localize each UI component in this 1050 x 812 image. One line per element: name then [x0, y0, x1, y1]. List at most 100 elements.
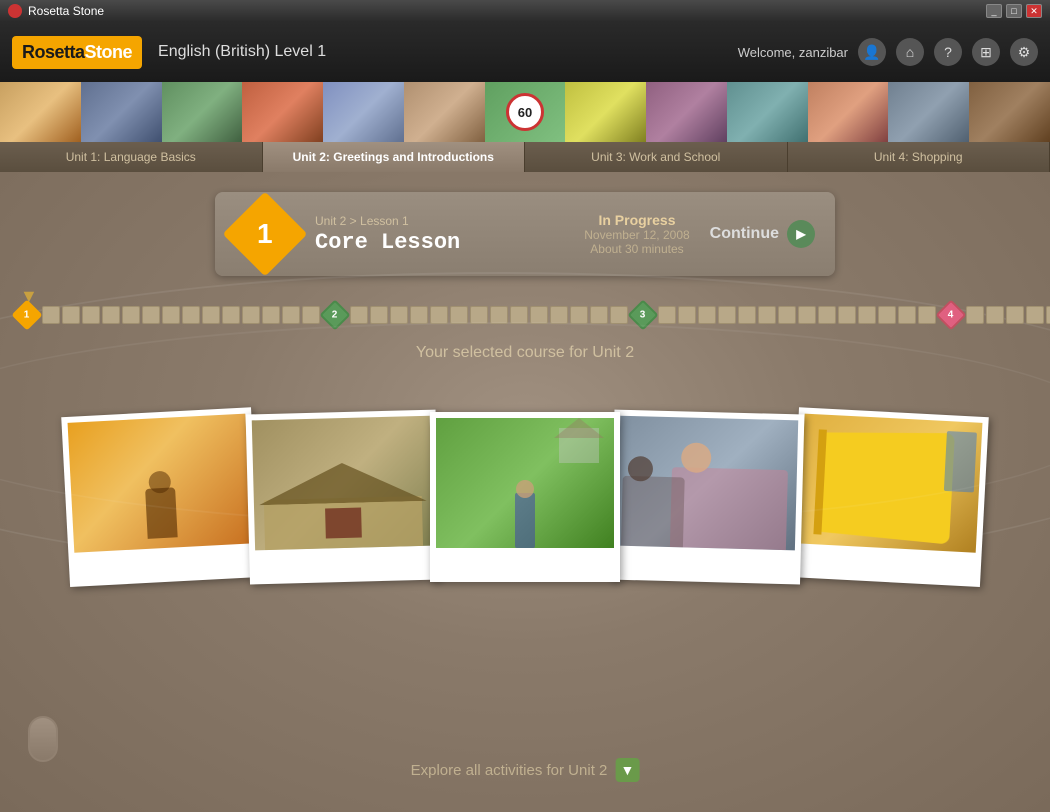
continue-button[interactable]: Continue ▶	[710, 220, 815, 248]
play-icon: ▶	[787, 220, 815, 248]
strip-image-8	[646, 82, 727, 142]
strip-image-6	[404, 82, 485, 142]
strip-image-9	[727, 82, 808, 142]
image-strip: 60	[0, 82, 1050, 142]
timeline-square	[450, 306, 468, 324]
timeline-square	[262, 306, 280, 324]
strip-image-10	[808, 82, 889, 142]
timeline-square	[102, 306, 120, 324]
timeline-square	[858, 306, 876, 324]
strip-image-speed-sign: 60	[485, 82, 566, 142]
timeline-square	[410, 306, 428, 324]
logo-text: Rosetta	[22, 42, 85, 62]
maximize-button[interactable]: □	[1006, 4, 1022, 18]
timeline-square	[370, 306, 388, 324]
timeline-square	[350, 306, 368, 324]
unit-tab-4[interactable]: Unit 4: Shopping	[788, 142, 1050, 172]
timeline-square	[966, 306, 984, 324]
explore-dropdown-button[interactable]: ▼	[615, 758, 639, 782]
timeline-square	[530, 306, 548, 324]
strip-image-5	[323, 82, 404, 142]
timeline-square	[82, 306, 100, 324]
photo-card-5[interactable]	[790, 407, 989, 587]
timeline-square	[898, 306, 916, 324]
unit-tabs: Unit 1: Language Basics Unit 2: Greeting…	[0, 142, 1050, 172]
user-icon[interactable]: 👤	[858, 38, 886, 66]
timeline-square	[678, 306, 696, 324]
photo-card-3[interactable]	[430, 412, 620, 582]
unit-tab-1[interactable]: Unit 1: Language Basics	[0, 142, 263, 172]
photo-card-2[interactable]	[246, 410, 440, 585]
home-icon[interactable]: ⌂	[896, 38, 924, 66]
header-right: Welcome, zanzibar 👤 ⌂ ? ⊞ ⚙	[738, 38, 1038, 66]
lesson-date: November 12, 2008	[584, 228, 689, 242]
scroll-icon	[28, 716, 58, 762]
timeline-node-2[interactable]: 2	[319, 299, 350, 330]
timeline-square	[658, 306, 676, 324]
lesson-duration: About 30 minutes	[584, 242, 689, 256]
timeline-square	[1026, 306, 1044, 324]
timeline-square	[758, 306, 776, 324]
timeline-square	[62, 306, 80, 324]
rosetta-stone-logo[interactable]: RosettaStone	[12, 36, 142, 69]
timeline-square	[242, 306, 260, 324]
photo-image-4	[617, 416, 798, 551]
timeline-square	[918, 306, 936, 324]
timeline-square	[490, 306, 508, 324]
timeline-square	[590, 306, 608, 324]
timeline-square	[1006, 306, 1024, 324]
title-bar-icon	[8, 4, 22, 18]
strip-image-2	[81, 82, 162, 142]
timeline-square	[510, 306, 528, 324]
timeline-square	[182, 306, 200, 324]
strip-image-12	[969, 82, 1050, 142]
strip-image-7	[565, 82, 646, 142]
timeline-square	[42, 306, 60, 324]
timeline-square	[610, 306, 628, 324]
close-button[interactable]: ✕	[1026, 4, 1042, 18]
timeline-square	[718, 306, 736, 324]
grid-icon[interactable]: ⊞	[972, 38, 1000, 66]
timeline-node-4[interactable]: 4	[935, 299, 966, 330]
speed-limit-sign: 60	[506, 93, 544, 131]
photo-card-1[interactable]	[61, 407, 260, 587]
photo-image-2	[252, 416, 433, 551]
timeline-square	[282, 306, 300, 324]
strip-image-4	[242, 82, 323, 142]
timeline-square	[570, 306, 588, 324]
timeline-node-1[interactable]: 1	[11, 299, 42, 330]
app-header: RosettaStone English (British) Level 1 W…	[0, 22, 1050, 82]
timeline-square	[390, 306, 408, 324]
strip-image-1	[0, 82, 81, 142]
photo-card-4[interactable]	[610, 410, 804, 585]
timeline-square	[222, 306, 240, 324]
photos-strip	[0, 382, 1050, 582]
lesson-status: In Progress November 12, 2008 About 30 m…	[584, 212, 689, 256]
settings-icon[interactable]: ⚙	[1010, 38, 1038, 66]
timeline-square	[878, 306, 896, 324]
minimize-button[interactable]: _	[986, 4, 1002, 18]
photo-image-5	[798, 414, 983, 553]
strip-image-11	[888, 82, 969, 142]
unit-tab-2[interactable]: Unit 2: Greetings and Introductions	[263, 142, 526, 172]
app-title: Rosetta Stone	[28, 4, 104, 18]
timeline-square	[142, 306, 160, 324]
timeline-square	[698, 306, 716, 324]
status-label: In Progress	[584, 212, 689, 228]
main-content: 1 Unit 2 > Lesson 1 Core Lesson In Progr…	[0, 172, 1050, 812]
window-controls: _ □ ✕	[986, 4, 1042, 18]
help-icon[interactable]: ?	[934, 38, 962, 66]
lesson-title: Core Lesson	[315, 230, 564, 255]
scroll-indicator	[28, 716, 58, 762]
timeline-node-3[interactable]: 3	[627, 299, 658, 330]
unit-tab-3[interactable]: Unit 3: Work and School	[525, 142, 788, 172]
logo-text-2: Stone	[85, 42, 133, 62]
explore-label: Explore all activities for Unit 2	[411, 762, 608, 779]
timeline-square	[202, 306, 220, 324]
photo-image-3	[436, 418, 614, 548]
photo-image-1	[68, 414, 253, 553]
timeline-square	[470, 306, 488, 324]
lesson-number-badge: 1	[223, 192, 308, 277]
timeline-square	[550, 306, 568, 324]
timeline-square	[778, 306, 796, 324]
